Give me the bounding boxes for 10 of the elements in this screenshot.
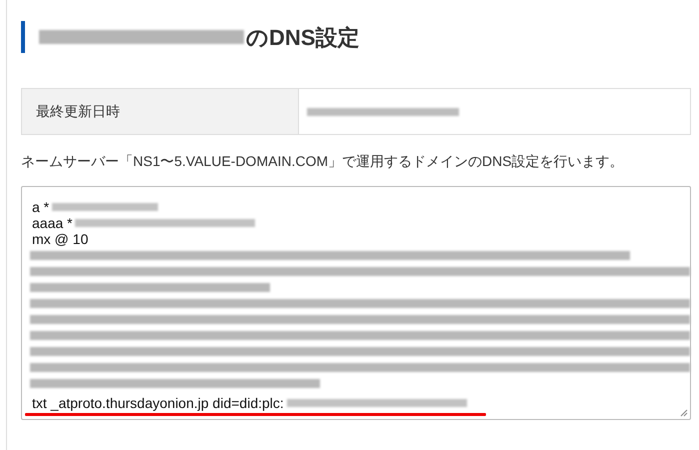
record-text: a * xyxy=(32,199,50,215)
record-text: mx @ 10 xyxy=(32,231,88,247)
table-label: 最終更新日時 xyxy=(36,102,120,121)
description-text: ネームサーバー「NS1〜5.VALUE-DOMAIN.COM」で運用するドメインのDNS設定を行います。 xyxy=(21,152,625,171)
heading-accent-bar xyxy=(21,21,25,53)
dns-records-field[interactable]: a * aaaa * mx @ 10 txt _atproto.thursdayonion.jp did=did:plc: xyxy=(21,186,691,420)
resize-grip-icon[interactable] xyxy=(680,409,688,417)
record-text: txt _atproto.thursdayonion.jp did=did:plc: xyxy=(32,395,284,411)
record-text: aaaa * xyxy=(32,215,72,231)
page-title: のDNS設定 xyxy=(246,24,360,52)
